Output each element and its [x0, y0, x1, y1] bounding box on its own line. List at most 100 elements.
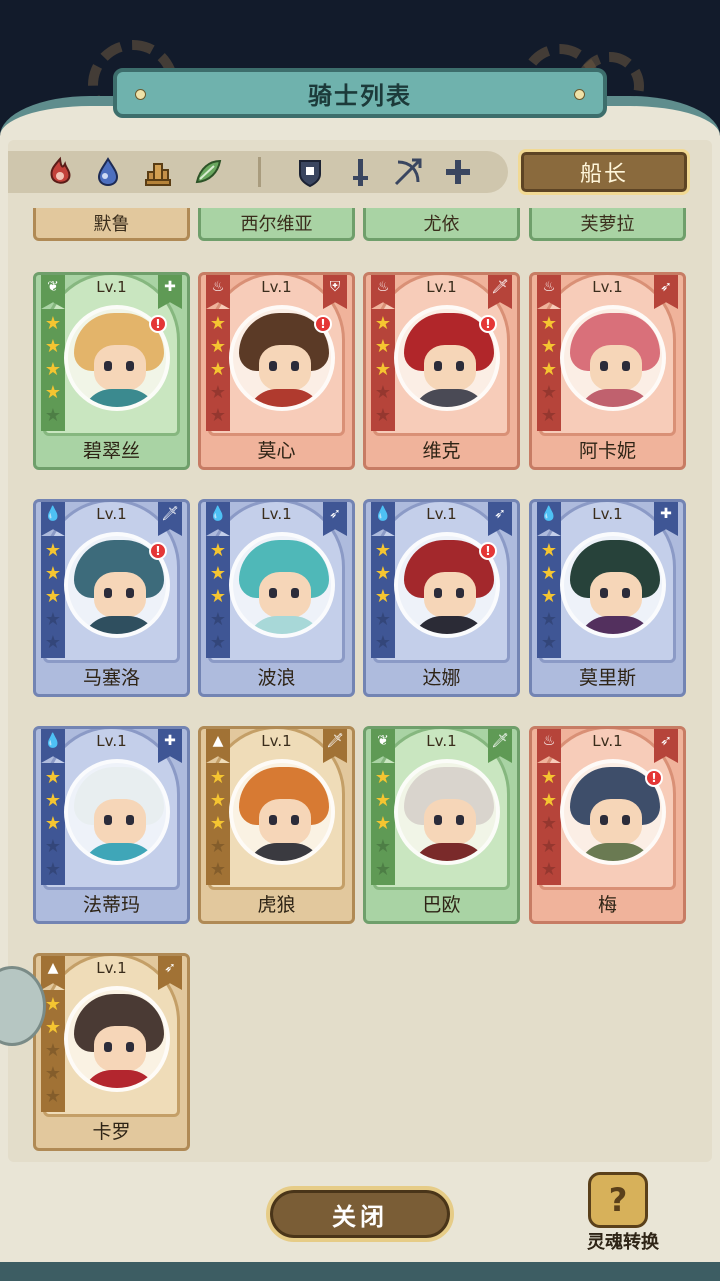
knight-card[interactable]: Lv.1 ♨ 🗡 ★ ★ ★ ★ ★! 维克: [363, 272, 520, 470]
portrait-face: [94, 1026, 146, 1072]
top-row-card-2[interactable]: 西尔维亚: [198, 208, 355, 241]
rank-star-icon: ★: [209, 836, 227, 857]
portrait-face: [259, 572, 311, 618]
cross-class-icon[interactable]: [440, 154, 476, 190]
rank-star-icon: ★: [209, 313, 227, 334]
rank-star-icon: ★: [209, 405, 227, 426]
knight-card[interactable]: Lv.1 💧 ✚ ★ ★ ★ ★ ★ 法蒂玛: [33, 726, 190, 924]
knight-card[interactable]: Lv.1 ▲ 🗡 ★ ★ ★ ★ ★ 虎狼: [198, 726, 355, 924]
alert-badge-icon: !: [314, 315, 332, 333]
rank-star-icon: ★: [540, 836, 558, 857]
portrait-face: [94, 799, 146, 845]
rank-star-icon: ★: [374, 563, 392, 584]
rank-strip: ★ ★ ★ ★ ★: [371, 309, 395, 431]
rank-strip: ★ ★ ★ ★ ★: [206, 763, 230, 885]
knight-card[interactable]: Lv.1 💧 🗡 ★ ★ ★ ★ ★! 马塞洛: [33, 499, 190, 697]
knight-card[interactable]: Lv.1 ♨ ⛨ ★ ★ ★ ★ ★! 莫心: [198, 272, 355, 470]
rank-strip: ★ ★ ★ ★ ★: [537, 763, 561, 885]
portrait-face: [590, 572, 642, 618]
rank-strip: ★ ★ ★ ★ ★: [206, 309, 230, 431]
portrait-face: [259, 799, 311, 845]
top-row-card-1[interactable]: 默鲁: [33, 208, 190, 241]
portrait-eye: [434, 361, 442, 371]
soul-convert-label[interactable]: 灵魂转换: [580, 1228, 666, 1254]
knight-card[interactable]: Lv.1 ❦ 🗡 ★ ★ ★ ★ ★ 巴欧: [363, 726, 520, 924]
knight-portrait: [560, 305, 666, 411]
rank-star-icon: ★: [209, 813, 227, 834]
wind-element-icon[interactable]: [190, 154, 226, 190]
rank-star-icon: ★: [209, 586, 227, 607]
rank-star-icon: ★: [540, 767, 558, 788]
alert-badge-icon: !: [645, 769, 663, 787]
rank-star-icon: ★: [209, 336, 227, 357]
portrait-eye: [104, 1042, 112, 1052]
rank-star-icon: ★: [209, 540, 227, 561]
portrait-face: [94, 572, 146, 618]
knight-card[interactable]: Lv.1 💧 ➶ ★ ★ ★ ★ ★ 波浪: [198, 499, 355, 697]
rank-star-icon: ★: [540, 313, 558, 334]
close-button[interactable]: 关闭: [266, 1186, 454, 1242]
rank-strip: ★ ★ ★ ★ ★: [537, 536, 561, 658]
rank-star-icon: ★: [374, 336, 392, 357]
portrait-face: [590, 345, 642, 391]
knight-name: 虎狼: [257, 894, 296, 916]
top-row-card-3[interactable]: 尤依: [363, 208, 520, 241]
page-title: 骑士列表: [113, 68, 607, 118]
knight-card[interactable]: Lv.1 ♨ ➶ ★ ★ ★ ★ ★! 梅: [529, 726, 686, 924]
bow-class-icon[interactable]: [390, 154, 426, 190]
portrait-eye: [269, 361, 277, 371]
question-mark-icon[interactable]: ?: [588, 1172, 648, 1228]
portrait-eye: [434, 588, 442, 598]
portrait-eye: [126, 1042, 134, 1052]
earth-element-icon[interactable]: [140, 154, 176, 190]
portrait-face: [94, 345, 146, 391]
knight-name: 波浪: [257, 667, 296, 689]
portrait-face: [590, 799, 642, 845]
knight-name: 芙萝拉: [580, 214, 635, 235]
knight-name: 莫里斯: [578, 667, 636, 689]
knight-name: 卡罗: [92, 1121, 131, 1143]
water-element-icon[interactable]: [90, 154, 126, 190]
captain-button[interactable]: 船长: [518, 149, 690, 195]
knight-card[interactable]: Lv.1 💧 ➶ ★ ★ ★ ★ ★! 达娜: [363, 499, 520, 697]
rank-star-icon: ★: [44, 609, 62, 630]
knight-card[interactable]: Lv.1 💧 ✚ ★ ★ ★ ★ ★ 莫里斯: [529, 499, 686, 697]
knight-card[interactable]: Lv.1 ▲ ➶ ★ ★ ★ ★ ★ 卡罗: [33, 953, 190, 1151]
rank-strip: ★ ★ ★ ★ ★: [371, 536, 395, 658]
rank-star-icon: ★: [540, 790, 558, 811]
rank-star-icon: ★: [374, 540, 392, 561]
alert-badge-icon: !: [479, 315, 497, 333]
knight-name: 巴欧: [422, 894, 461, 916]
knight-name: 法蒂玛: [82, 894, 140, 916]
rank-star-icon: ★: [209, 859, 227, 880]
shield-class-icon[interactable]: [292, 154, 328, 190]
rank-star-icon: ★: [540, 609, 558, 630]
portrait-eye: [622, 588, 630, 598]
rivet-icon: [574, 89, 585, 100]
knight-portrait: [229, 759, 335, 865]
portrait-eye: [291, 588, 299, 598]
sword-class-icon[interactable]: [342, 154, 378, 190]
knight-name: 维克: [422, 440, 461, 462]
rank-star-icon: ★: [540, 563, 558, 584]
knight-name: 莫心: [257, 440, 296, 462]
portrait-eye: [456, 588, 464, 598]
rank-star-icon: ★: [209, 609, 227, 630]
rank-star-icon: ★: [209, 382, 227, 403]
rank-star-icon: ★: [44, 540, 62, 561]
rank-star-icon: ★: [374, 859, 392, 880]
portrait-face: [424, 572, 476, 618]
fire-element-icon[interactable]: [42, 154, 78, 190]
knight-name: 梅: [597, 894, 617, 916]
knight-card[interactable]: Lv.1 ❦ ✚ ★ ★ ★ ★ ★! 碧翠丝: [33, 272, 190, 470]
portrait-eye: [104, 588, 112, 598]
knight-portrait: [394, 759, 500, 865]
top-row-card-4[interactable]: 芙萝拉: [529, 208, 686, 241]
portrait-eye: [456, 815, 464, 825]
knight-portrait: [229, 532, 335, 638]
knight-name: 阿卡妮: [578, 440, 636, 462]
rank-star-icon: ★: [44, 994, 62, 1015]
filter-divider: [258, 157, 261, 187]
knight-card[interactable]: Lv.1 ♨ ➶ ★ ★ ★ ★ ★ 阿卡妮: [529, 272, 686, 470]
portrait-eye: [126, 588, 134, 598]
